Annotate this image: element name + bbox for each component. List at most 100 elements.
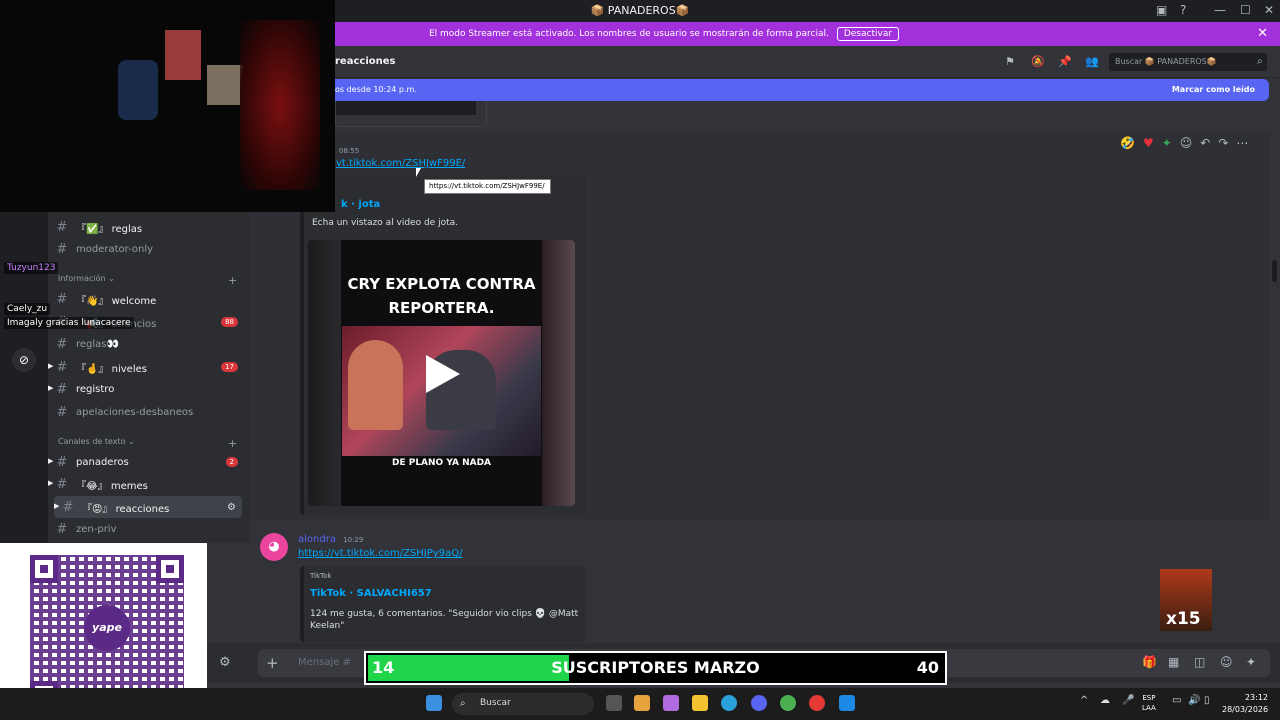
sticker-icon[interactable]: ◫ [1194, 655, 1205, 669]
close-window-icon[interactable]: ✕ [1264, 3, 1274, 17]
unread-caret-icon: ▶ [48, 479, 54, 487]
volume-icon[interactable]: 🔊 [1188, 695, 1200, 706]
gif-icon[interactable]: ▦ [1168, 655, 1179, 669]
message-timestamp: 10:29 [343, 536, 364, 544]
message-author[interactable]: alondra 10:29 [298, 534, 363, 545]
play-icon[interactable] [426, 355, 460, 393]
chat-scrollbar[interactable] [1272, 260, 1277, 282]
embed-title-link[interactable]: k · jota [341, 199, 380, 210]
add-reaction-icon[interactable]: ☺ [1180, 136, 1193, 150]
tray-chevron-icon[interactable]: ^ [1080, 695, 1088, 706]
mention-badge: 88 [221, 317, 238, 327]
laugh-reaction-icon[interactable]: 🤣 [1120, 136, 1135, 150]
custom-reaction-icon[interactable]: ✦ [1162, 136, 1172, 150]
webcam-overlay [0, 0, 335, 212]
discord-app-icon[interactable] [751, 695, 767, 711]
photos-icon[interactable] [839, 695, 855, 711]
deactivate-streamer-button[interactable]: Desactivar [836, 27, 900, 41]
stream-chat-overlay: Tuzyun123 Caely_zu Imagaly gracias lunacac… [4, 214, 144, 334]
message-input[interactable]: Mensaje # [298, 657, 351, 668]
sidebar-channel[interactable]: # zen-priv [48, 518, 248, 540]
file-explorer-icon[interactable] [692, 695, 708, 711]
embed-title-link[interactable]: TikTok · SALVACHI657 [310, 588, 432, 599]
heart-reaction-icon[interactable]: ♥ [1143, 136, 1154, 150]
network-icon[interactable]: ▭ [1172, 695, 1181, 706]
clock-date: 28/03/2026 [1222, 705, 1269, 714]
task-view-icon[interactable] [606, 695, 622, 711]
sidebar-channel[interactable]: # apelaciones-desbaneos [48, 401, 248, 423]
inbox-icon[interactable]: ▣ [1156, 3, 1167, 17]
author-name[interactable]: alondra [298, 534, 336, 545]
reply-icon[interactable]: ↶ [1200, 136, 1210, 150]
embed-description: 124 me gusta, 6 comentarios. "Seguidor v… [310, 609, 579, 631]
chrome-browser-icon[interactable] [780, 695, 796, 711]
streamer-mode-text: El modo Streamer está activado. Los nomb… [428, 29, 829, 39]
widgets-icon[interactable] [634, 695, 650, 711]
channel-label: 『😡』 reacciones [82, 503, 170, 515]
mention-badge: 17 [221, 362, 238, 372]
discord-avatar-icon[interactable]: ◕ [260, 533, 288, 561]
subscriber-goal-target: 40 [916, 658, 939, 677]
microphone-icon[interactable]: 🎤 [1122, 695, 1134, 706]
discover-servers-icon[interactable]: ⊘ [12, 348, 36, 372]
category-header[interactable]: Canales de texto ⌄ + [58, 437, 237, 450]
message-link[interactable]: https://vt.tiktok.com/ZSHJPy9aQ/ [298, 548, 462, 559]
minimize-icon[interactable]: — [1214, 3, 1226, 17]
chat-header: reacciones ⚑ 🔕 📌 👥 Buscar 📦 PANADEROS📦 ⌕ [335, 46, 1280, 78]
sidebar-channel[interactable]: ▶ # 『🤞』 niveles 17 [48, 356, 248, 378]
copilot-icon[interactable] [663, 695, 679, 711]
channel-label: apelaciones-desbaneos [76, 406, 194, 418]
language-label: ESP [1142, 694, 1156, 702]
message-link[interactable]: vt.tiktok.com/ZSHJwF99E/ [336, 158, 465, 169]
add-channel-icon[interactable]: + [228, 274, 237, 287]
sidebar-channel[interactable]: ▶ # 『😂』 memes [48, 473, 248, 495]
members-icon[interactable]: 👥 [1085, 55, 1099, 68]
more-options-icon[interactable]: ⋯ [1236, 136, 1248, 150]
sidebar-channel[interactable]: ▶ # panaderos 2 [48, 451, 248, 473]
notifications-icon[interactable]: 🔕 [1031, 55, 1045, 68]
apps-icon[interactable]: ✦ [1246, 655, 1256, 669]
sidebar-channel[interactable]: ▶ # registro [48, 378, 248, 400]
channel-label: reglas👀 [76, 338, 119, 350]
mark-as-read-button[interactable]: Marcar como leído [1172, 85, 1255, 94]
hash-icon: # [56, 336, 68, 352]
taskbar-search[interactable]: Buscar [452, 693, 594, 715]
channel-label: 『😂』 memes [76, 480, 148, 492]
sidebar-channel[interactable]: ▶ # 『😡』 reacciones ⚙ [54, 496, 242, 518]
edge-browser-icon[interactable] [721, 695, 737, 711]
battery-icon[interactable]: ▯ [1204, 695, 1210, 706]
close-banner-icon[interactable]: ✕ [1257, 26, 1268, 41]
obs-icon[interactable] [809, 695, 825, 711]
channel-label: zen-priv [76, 523, 117, 535]
sidebar-channel[interactable]: # reglas👀 [48, 333, 248, 355]
video-headline: CRY EXPLOTA CONTRA REPORTERA. [347, 275, 536, 317]
search-input[interactable]: Buscar 📦 PANADEROS📦 [1109, 53, 1267, 71]
channel-settings-gear-icon[interactable]: ⚙ [227, 502, 236, 513]
unread-caret-icon: ▶ [54, 502, 60, 510]
windows-start-icon[interactable] [426, 695, 442, 711]
alert-multiplier: x15 [1166, 609, 1201, 629]
threads-icon[interactable]: ⚑ [1005, 55, 1015, 68]
mouse-cursor-icon [416, 168, 421, 177]
pin-icon[interactable]: 📌 [1058, 55, 1072, 68]
user-settings-gear-icon[interactable]: ⚙ [219, 655, 231, 670]
chevron-down-icon: ⌄ [125, 437, 135, 446]
forward-icon[interactable]: ↷ [1218, 136, 1228, 150]
new-messages-bar[interactable]: os desde 10:24 p.m. Marcar como leído [335, 79, 1269, 101]
unread-caret-icon: ▶ [48, 384, 54, 392]
channel-label: panaderos [76, 456, 129, 468]
gift-icon[interactable]: 🎁 [1142, 655, 1157, 669]
yape-logo: yape [84, 605, 130, 651]
input-language[interactable]: ESP LAA [1142, 693, 1156, 713]
video-thumbnail[interactable]: CRY EXPLOTA CONTRA REPORTERA. DE PLANO Y… [308, 240, 575, 506]
add-channel-icon[interactable]: + [228, 437, 237, 450]
attach-plus-icon[interactable]: + [266, 654, 279, 672]
maximize-icon[interactable]: ☐ [1240, 3, 1251, 17]
qr-finder [30, 555, 58, 583]
onedrive-icon[interactable]: ☁ [1100, 695, 1110, 706]
wall-poster [165, 30, 201, 80]
help-icon[interactable]: ? [1180, 3, 1186, 17]
emoji-icon[interactable]: ☺ [1220, 655, 1233, 669]
system-clock[interactable]: 23:12 28/03/2026 [1222, 692, 1268, 716]
hash-icon: # [56, 404, 68, 420]
